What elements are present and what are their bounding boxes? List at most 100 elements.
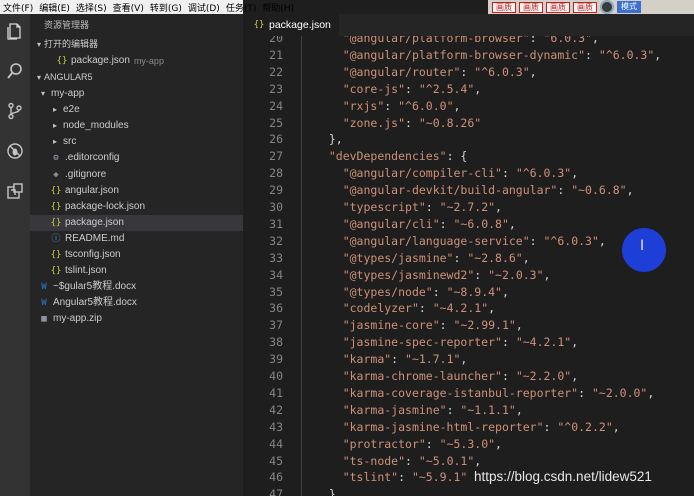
code-line[interactable]: "karma-jasmine": "~1.1.1",: [315, 402, 523, 419]
tree-item[interactable]: W ~$gular5教程.docx: [30, 279, 243, 295]
open-editor-path: my-app: [133, 56, 164, 66]
quality-button[interactable]: 画质: [492, 1, 516, 13]
tree-item[interactable]: {} package-lock.json: [30, 199, 243, 215]
menu-item[interactable]: 调试(D): [185, 1, 223, 14]
open-editor-item[interactable]: {} package.json my-app: [30, 53, 243, 69]
tree-item[interactable]: ▦ my-app.zip: [30, 311, 243, 327]
debug-icon[interactable]: [4, 140, 26, 162]
line-number: 36: [269, 301, 283, 316]
code-line[interactable]: "jasmine-spec-reporter": "~4.2.1",: [315, 334, 578, 351]
code-line[interactable]: "@angular/compiler-cli": "^6.0.3",: [315, 165, 578, 182]
activity-bar: [0, 14, 30, 496]
menu-item[interactable]: 任务(T): [223, 1, 260, 14]
code-line[interactable]: "devDependencies": {: [315, 148, 467, 165]
code-line[interactable]: "@angular/language-service": "^6.0.3",: [315, 233, 606, 250]
menu-item[interactable]: 帮助(H): [259, 1, 297, 14]
line-number: 45: [269, 453, 283, 468]
code-line[interactable]: "tslint": "~5.9.1": [315, 469, 468, 486]
json-file-icon: {}: [253, 20, 265, 30]
record-icon[interactable]: [600, 0, 614, 14]
line-number: 25: [269, 115, 283, 130]
line-number: 29: [269, 183, 283, 198]
tree-item[interactable]: {} tslint.json: [30, 263, 243, 279]
code-line[interactable]: "karma-jasmine-html-reporter": "^0.2.2",: [315, 419, 620, 436]
open-editor-name: package.json: [71, 55, 130, 66]
chevron-down-icon: ▾: [36, 73, 41, 83]
tree-item[interactable]: ◆ .gitignore: [30, 167, 243, 183]
code-line[interactable]: "typescript": "~2.7.2",: [315, 199, 502, 216]
tree-item[interactable]: ▸ node_modules: [30, 118, 243, 134]
info-icon: ⓘ: [51, 233, 61, 244]
tree-item-label: package-lock.json: [65, 200, 146, 212]
tab-package-json[interactable]: {} package.json: [243, 14, 339, 36]
extensions-icon[interactable]: [4, 180, 26, 202]
code-line[interactable]: "protractor": "~5.3.0",: [315, 436, 502, 453]
json-file-icon: {}: [50, 185, 62, 196]
line-number: 39: [269, 352, 283, 367]
tree-item[interactable]: ▸ e2e: [30, 102, 243, 118]
quality-button[interactable]: 画质: [519, 1, 543, 13]
quality-button[interactable]: 画质: [573, 1, 597, 13]
tree-item[interactable]: {} tsconfig.json: [30, 247, 243, 263]
code-editor[interactable]: 20 21 22 23 24 25 26 27 28 29 30 31 32 33 34 35 36 37 38 39…: [243, 36, 694, 496]
code-line[interactable]: "@types/node": "~8.9.4",: [315, 284, 509, 301]
tree-item[interactable]: {} angular.json: [30, 183, 243, 199]
code-line[interactable]: }: [315, 486, 336, 496]
menu-item[interactable]: 编辑(E): [36, 1, 73, 14]
tree-item-label: .gitignore: [65, 168, 107, 180]
code-line[interactable]: "@angular/router": "^6.0.3",: [315, 64, 537, 81]
line-number-gutter: 20 21 22 23 24 25 26 27 28 29 30 31 32 33 34 35 36 37 38 39…: [243, 36, 283, 496]
menu-item[interactable]: 选择(S): [73, 1, 110, 14]
workspace-header[interactable]: ▾ ANGULAR5: [30, 69, 243, 86]
code-line[interactable]: "@angular/platform-browser-dynamic": "^6…: [315, 47, 662, 64]
code-line[interactable]: "karma": "~1.7.1",: [315, 351, 468, 368]
code-line[interactable]: "@angular-devkit/build-angular": "~0.6.8…: [315, 182, 634, 199]
line-number: 47: [269, 487, 283, 496]
code-line[interactable]: "@angular/platform-browser": "6.0.3",: [315, 36, 599, 47]
code-line[interactable]: "rxjs": "^6.0.0",: [315, 98, 461, 115]
code-line[interactable]: "@angular/cli": "~6.0.8",: [315, 216, 516, 233]
tree-item-label: ~$gular5教程.docx: [53, 281, 137, 293]
line-number: 46: [269, 470, 283, 485]
quality-button[interactable]: 画质: [546, 1, 570, 13]
source-control-icon[interactable]: [4, 100, 26, 122]
line-number: 41: [269, 385, 283, 400]
line-number: 35: [269, 284, 283, 299]
code-line[interactable]: "@types/jasminewd2": "~2.0.3",: [315, 267, 551, 284]
tree-item[interactable]: {} package.json: [30, 214, 243, 231]
menu-item[interactable]: 查看(V): [110, 1, 147, 14]
search-icon[interactable]: [4, 60, 26, 82]
line-number: 38: [269, 335, 283, 350]
code-line[interactable]: },: [315, 131, 343, 148]
mode-button[interactable]: 模式: [617, 1, 641, 13]
code-line[interactable]: "@types/jasmine": "~2.8.6",: [315, 250, 530, 267]
tree-item-label: .editorconfig: [65, 152, 120, 164]
code-line[interactable]: "karma-coverage-istanbul-reporter": "~2.…: [315, 385, 655, 402]
menu-item[interactable]: 转到(G): [147, 1, 185, 14]
json-file-icon: {}: [56, 56, 68, 66]
code-line[interactable]: "jasmine-core": "~2.99.1",: [315, 317, 523, 334]
chevron-down-icon: ▾: [36, 40, 41, 49]
tree-item-label: my-app.zip: [53, 313, 102, 325]
line-number: 20: [269, 36, 283, 45]
code-line[interactable]: "codelyzer": "~4.2.1",: [315, 300, 495, 317]
line-number: 24: [269, 98, 283, 113]
tree-item-label: Angular5教程.docx: [53, 297, 137, 309]
open-editors-header[interactable]: ▾ 打开的编辑器: [30, 36, 243, 53]
menu-item[interactable]: 文件(F): [0, 1, 36, 14]
code-line[interactable]: "core-js": "^2.5.4",: [315, 81, 482, 98]
files-icon[interactable]: [4, 20, 26, 42]
tree-item[interactable]: ⚙ .editorconfig: [30, 150, 243, 166]
line-number: 26: [269, 132, 283, 147]
code-line[interactable]: "zone.js": "~0.8.26": [315, 115, 481, 132]
code-line[interactable]: "ts-node": "~5.0.1",: [315, 453, 482, 470]
line-number: 27: [269, 149, 283, 164]
json-file-icon: {}: [50, 201, 62, 212]
tree-item[interactable]: ⓘ README.md: [30, 231, 243, 247]
code-line[interactable]: "karma-chrome-launcher": "~2.2.0",: [315, 368, 578, 385]
tree-item-label: package.json: [65, 216, 124, 228]
tree-item[interactable]: ▾ my-app: [30, 86, 243, 102]
tree-item[interactable]: ▸ src: [30, 134, 243, 150]
tree-item[interactable]: W Angular5教程.docx: [30, 295, 243, 311]
json-file-icon: {}: [50, 217, 62, 228]
